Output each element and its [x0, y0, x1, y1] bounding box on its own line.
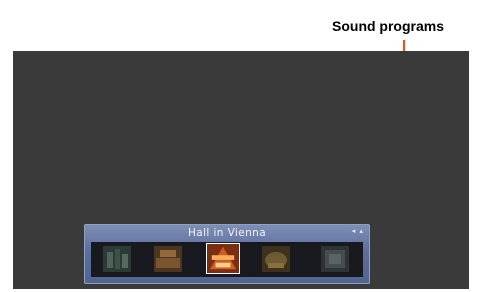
program-thumbnail-strip — [91, 242, 363, 277]
program-thumb-1-icon[interactable] — [103, 246, 131, 272]
program-name: Hall in Vienna — [187, 227, 267, 239]
program-thumb-5-icon[interactable] — [321, 246, 349, 272]
tv-screen: Hall in Vienna ◂ ▴ — [13, 51, 469, 289]
program-thumb-4-icon[interactable] — [262, 246, 290, 272]
program-thumb-3-icon[interactable] — [206, 243, 240, 274]
nav-arrows-icon: ◂ ▴ — [351, 227, 364, 235]
sound-program-osd: Hall in Vienna ◂ ▴ — [84, 224, 370, 284]
program-thumb-2-icon[interactable] — [154, 246, 182, 272]
